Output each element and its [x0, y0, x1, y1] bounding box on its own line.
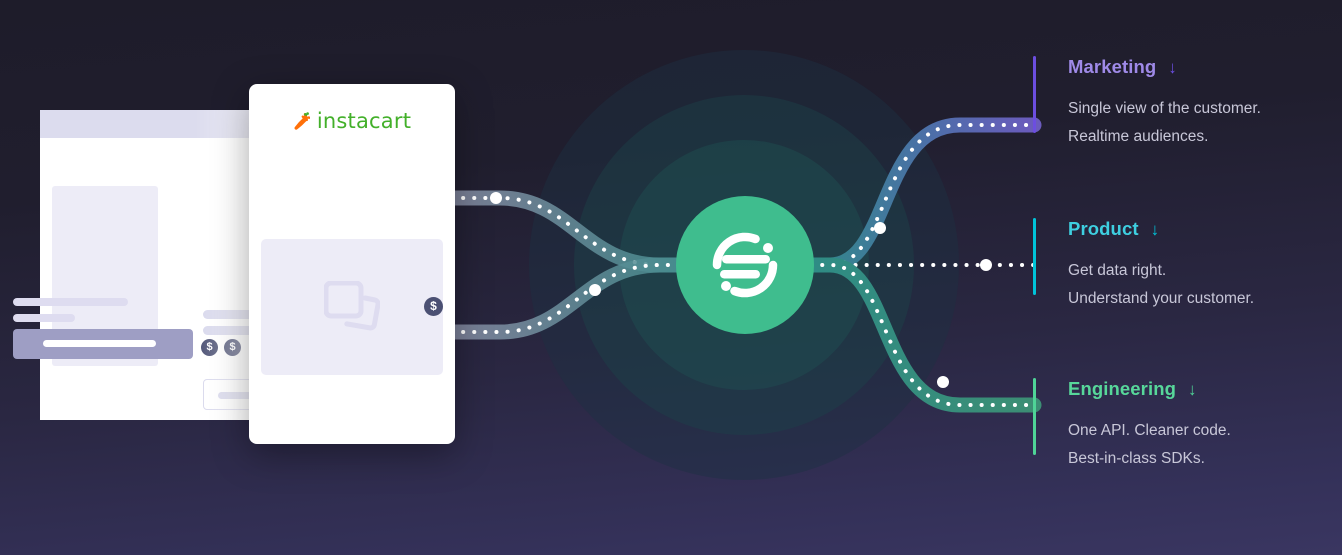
channel-description-line: Understand your customer. [1068, 289, 1255, 307]
dollar-badge-icon: $ [424, 297, 443, 316]
card-text-line [13, 314, 75, 322]
channel-title: Engineering [1068, 378, 1176, 399]
hero-illustration: $ $ instacart [0, 0, 1342, 555]
image-placeholder-icon [324, 281, 380, 331]
channel-description-line: One API. Cleaner code. [1068, 422, 1231, 439]
instacart-card: instacart [249, 84, 455, 444]
channel-title: Marketing [1068, 56, 1157, 77]
channel-description-line: Get data right. [1068, 262, 1167, 279]
card-button-label [43, 340, 156, 347]
carrot-icon [294, 111, 310, 130]
card-text-line [13, 298, 128, 306]
channel-description: Single view of the customer. Realtime au… [1068, 95, 1261, 150]
pipe-output-engineering [792, 257, 1042, 413]
pipe-output-marketing [792, 117, 1042, 273]
arrow-down-icon[interactable]: ↓ [1168, 59, 1177, 76]
channel-title: Product [1068, 218, 1139, 239]
arrow-down-icon[interactable]: ↓ [1151, 221, 1160, 238]
channel-accent-bar [1033, 378, 1036, 455]
channel-accent-bar [1033, 56, 1036, 133]
instacart-logo: instacart [249, 84, 455, 158]
card-image-placeholder [261, 239, 443, 375]
arrow-down-icon[interactable]: ↓ [1188, 381, 1197, 398]
segment-logo [676, 196, 814, 334]
channel-marketing: Marketing ↓ Single view of the customer. … [1033, 56, 1261, 150]
channel-description-line: Best-in-class SDKs. [1068, 449, 1205, 467]
card-primary-button[interactable] [13, 329, 193, 359]
segment-mark-icon [712, 232, 778, 298]
channel-description-line: Realtime audiences. [1068, 127, 1209, 145]
channel-description: Get data right. Understand your customer… [1068, 257, 1254, 312]
channel-accent-bar [1033, 218, 1036, 295]
channel-product: Product ↓ Get data right. Understand your… [1033, 218, 1254, 312]
channel-description-line: Single view of the customer. [1068, 100, 1261, 117]
channel-engineering: Engineering ↓ One API. Cleaner code. Best… [1033, 378, 1231, 472]
channel-description: One API. Cleaner code. Best-in-class SDK… [1068, 417, 1231, 472]
instacart-wordmark: instacart [316, 109, 412, 133]
